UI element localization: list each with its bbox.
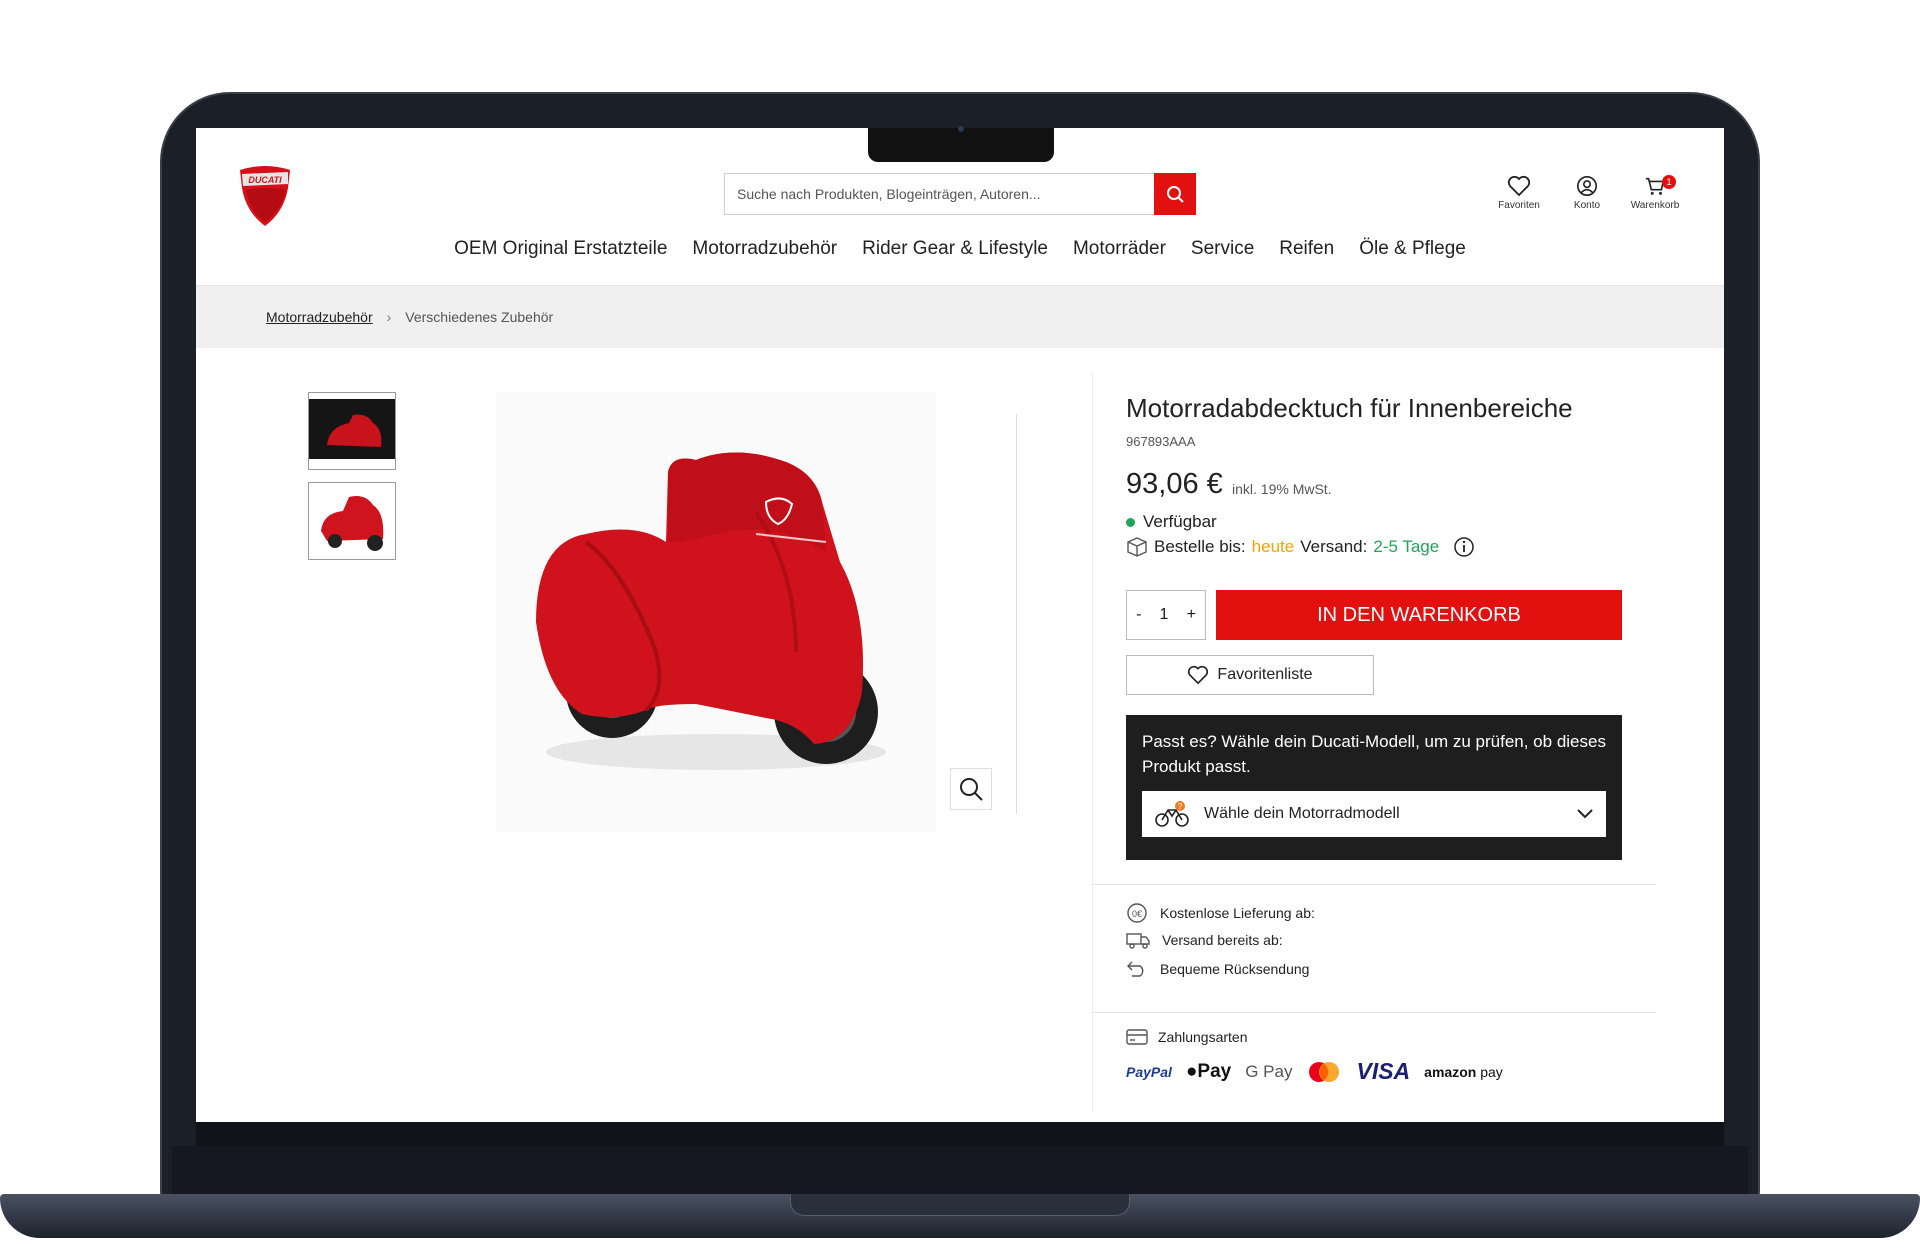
tax-note: inkl. 19% MwSt. <box>1232 481 1332 497</box>
search-bar <box>724 173 1196 215</box>
bike-model-select-label: Wähle dein Motorradmodell <box>1204 805 1400 822</box>
qty-decrease-button[interactable]: - <box>1136 606 1141 624</box>
qty-value[interactable]: 1 <box>1160 606 1169 624</box>
bike-model-select[interactable]: ? Wähle dein Motorradmodell <box>1142 791 1606 837</box>
thumbnail-1[interactable] <box>308 392 396 470</box>
nav-item-motorradzubehoer[interactable]: Motorradzubehör <box>692 238 837 260</box>
mastercard-icon <box>1309 1061 1340 1082</box>
product-title: Motorradabdecktuch für Innenbereiche <box>1126 393 1573 423</box>
chevron-right-icon: › <box>386 309 392 325</box>
gallery-divider <box>1016 414 1017 814</box>
laptop-bezel <box>196 1122 1724 1146</box>
product-price: 93,06 € <box>1126 468 1223 500</box>
account-link[interactable]: Konto <box>1564 175 1610 211</box>
breadcrumb-current: Verschiedenes Zubehör <box>405 309 554 325</box>
zoom-button[interactable] <box>950 768 992 810</box>
shipping-label: Versand: <box>1300 537 1368 556</box>
screen-notch <box>868 128 1054 162</box>
breadcrumb: Motorradzubehör › Verschiedenes Zubehör <box>196 286 1724 348</box>
nav-item-oele-pflege[interactable]: Öle & Pflege <box>1359 238 1466 260</box>
chevron-down-icon <box>1577 809 1593 819</box>
applepay-logo: ●Pay <box>1186 1061 1231 1083</box>
shipping-value: 2-5 Tage <box>1373 537 1440 556</box>
order-by-value: heute <box>1251 537 1295 556</box>
payment-methods-heading: Zahlungsarten <box>1126 1029 1248 1045</box>
order-by-label: Bestelle bis: <box>1154 537 1246 556</box>
favorites-button-label: Favoritenliste <box>1217 666 1313 683</box>
nav-item-motorraeder[interactable]: Motorräder <box>1073 238 1166 260</box>
nav-item-reifen[interactable]: Reifen <box>1279 238 1334 260</box>
fitment-checker: Passt es? Wähle dein Ducati-Modell, um z… <box>1126 715 1622 860</box>
search-icon <box>1167 186 1184 203</box>
benefit-label: Kostenlose Lieferung ab: <box>1160 905 1315 921</box>
svg-text:DUCATI: DUCATI <box>248 175 282 185</box>
quantity-stepper[interactable]: - 1 + <box>1126 590 1206 640</box>
magnifier-icon <box>960 778 983 801</box>
amazonpay-logo: amazon pay <box>1424 1064 1503 1080</box>
account-label: Konto <box>1573 200 1601 211</box>
heart-icon <box>1507 175 1531 197</box>
thumbnail-2[interactable] <box>308 482 396 560</box>
availability-label: Verfügbar <box>1143 512 1217 531</box>
payment-divider <box>1092 1012 1656 1013</box>
laptop-base-notch <box>790 1194 1130 1216</box>
heart-icon <box>1188 665 1209 685</box>
browser-screen: DUCATI Favoriten Konto Warenkorb 1 OEM O… <box>196 128 1724 1122</box>
motorcycle-icon: ? <box>1155 801 1189 827</box>
fitment-text: Passt es? Wähle dein Ducati-Modell, um z… <box>1142 732 1606 776</box>
visa-logo: VISA <box>1356 1058 1411 1084</box>
product-main-image[interactable] <box>496 392 936 832</box>
free-delivery-icon: 0€ <box>1127 903 1147 923</box>
nav-item-service[interactable]: Service <box>1191 238 1254 260</box>
payment-label: Zahlungsarten <box>1158 1029 1248 1045</box>
benefit-label: Versand bereits ab: <box>1162 932 1283 948</box>
qty-increase-button[interactable]: + <box>1187 606 1196 624</box>
cart-label: Warenkorb <box>1630 200 1680 211</box>
availability: Verfügbar <box>1126 512 1217 532</box>
favorites-link[interactable]: Favoriten <box>1496 175 1542 211</box>
main-nav: OEM Original Erstatzteile Motorradzubehö… <box>196 238 1724 260</box>
add-to-cart-button[interactable]: IN DEN WARENKORB <box>1216 590 1622 640</box>
amazon-text: amazon <box>1424 1063 1477 1080</box>
info-icon[interactable] <box>1453 536 1475 558</box>
cart-count-badge: 1 <box>1662 175 1676 189</box>
truck-icon <box>1126 933 1150 949</box>
amazon-pay-text: pay <box>1480 1063 1503 1080</box>
laptop-hinge <box>172 1146 1748 1194</box>
search-button[interactable] <box>1154 173 1196 215</box>
benefit-label: Bequeme Rücksendung <box>1160 961 1310 977</box>
googlepay-logo: G Pay <box>1245 1061 1293 1081</box>
applepay-text: Pay <box>1197 1060 1232 1082</box>
benefit-free-delivery: 0€ Kostenlose Lieferung ab: <box>1126 902 1315 924</box>
product-sku: 967893AAA <box>1126 434 1196 449</box>
svg-text:?: ? <box>1178 802 1183 811</box>
header-actions: Favoriten Konto Warenkorb <box>1496 175 1680 211</box>
benefit-shipping: Versand bereits ab: <box>1126 931 1283 949</box>
user-icon <box>1577 176 1597 196</box>
search-input[interactable] <box>724 173 1154 215</box>
paypal-logo: PayPal <box>1126 1064 1172 1080</box>
status-dot-icon <box>1126 517 1135 527</box>
nav-item-rider-gear[interactable]: Rider Gear & Lifestyle <box>862 238 1048 260</box>
return-icon <box>1127 961 1144 977</box>
favorites-label: Favoriten <box>1498 200 1540 211</box>
breadcrumb-parent[interactable]: Motorradzubehör <box>266 309 373 325</box>
shipping-info: Bestelle bis: heute Versand: 2-5 Tage <box>1126 536 1475 558</box>
svg-text:0€: 0€ <box>1132 909 1142 919</box>
credit-card-icon <box>1126 1029 1148 1045</box>
camera-icon <box>958 126 964 132</box>
payment-logos: PayPal ●Pay G Pay VISA amazon pay <box>1126 1058 1503 1085</box>
info-divider <box>1092 372 1093 1112</box>
apple-icon: ● <box>1185 1060 1198 1082</box>
paypal-text: PayPal <box>1126 1063 1172 1080</box>
favorites-list-button[interactable]: Favoritenliste <box>1126 655 1374 695</box>
package-icon <box>1127 537 1147 557</box>
benefits-divider <box>1092 884 1656 885</box>
benefit-returns: Bequeme Rücksendung <box>1126 960 1309 978</box>
nav-item-oem[interactable]: OEM Original Erstatzteile <box>454 238 667 260</box>
ducati-logo[interactable]: DUCATI <box>236 164 294 228</box>
